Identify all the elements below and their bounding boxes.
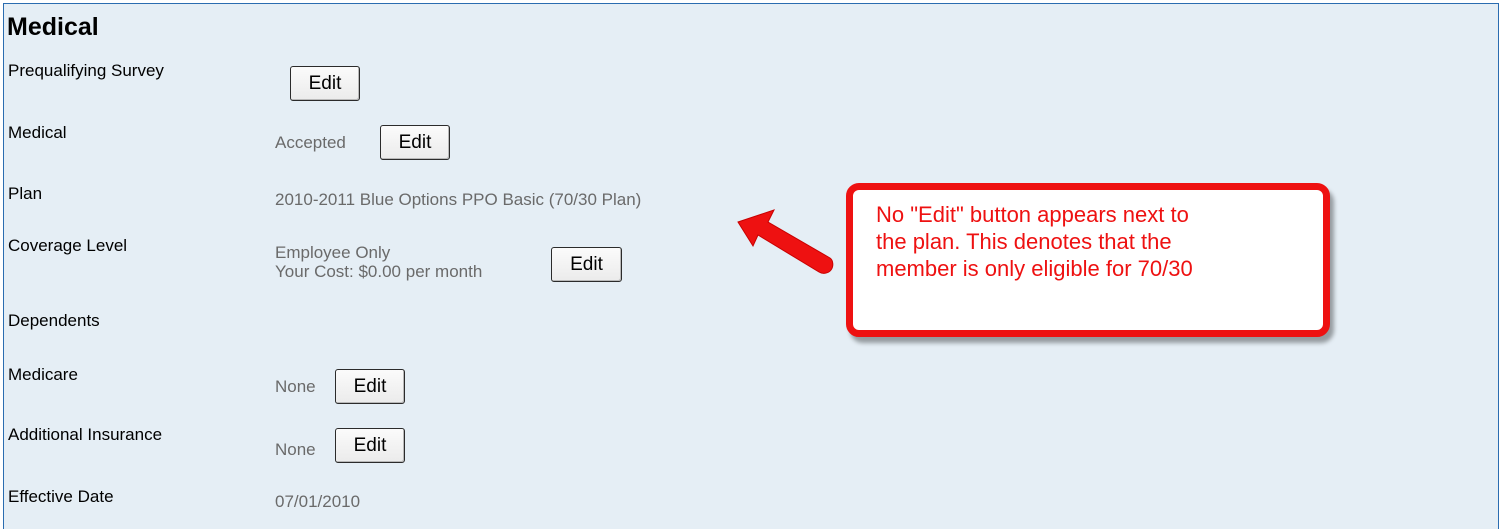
medicare-label: Medicare — [8, 365, 78, 384]
additional-insurance-label: Additional Insurance — [8, 425, 163, 444]
callout-line-2: the plan. This denotes that the — [876, 229, 1172, 254]
dependents-label: Dependents — [8, 311, 100, 330]
coverage-cost-value: Your Cost: $0.00 per month — [275, 262, 483, 281]
medicare-value: None — [275, 377, 316, 396]
effective-date-value: 07/01/2010 — [275, 492, 361, 511]
effective-date-label: Effective Date — [8, 487, 114, 506]
callout-line-3: member is only eligible for 70/30 — [876, 256, 1193, 281]
plan-value: 2010-2011 Blue Options PPO Basic (70/30 … — [275, 190, 642, 209]
prequalifying-survey-edit-button[interactable]: Edit — [290, 66, 360, 101]
coverage-level-edit-button[interactable]: Edit — [551, 247, 622, 282]
additional-insurance-edit-button[interactable]: Edit — [335, 428, 405, 463]
plan-label: Plan — [8, 184, 43, 203]
callout-arrow-icon — [737, 209, 834, 274]
prequalifying-survey-label: Prequalifying Survey — [8, 61, 164, 80]
annotation-callout-text: No "Edit" button appears next to the pla… — [876, 201, 1316, 282]
callout-line-1: No "Edit" button appears next to — [876, 202, 1189, 227]
section-title: Medical — [7, 13, 99, 41]
medical-edit-button[interactable]: Edit — [380, 125, 450, 160]
additional-insurance-value: None — [275, 440, 316, 459]
medicare-edit-button[interactable]: Edit — [335, 369, 405, 404]
medical-label: Medical — [8, 123, 67, 142]
coverage-level-label: Coverage Level — [8, 236, 128, 255]
medical-status-value: Accepted — [275, 133, 346, 152]
coverage-level-value: Employee Only — [275, 243, 391, 262]
